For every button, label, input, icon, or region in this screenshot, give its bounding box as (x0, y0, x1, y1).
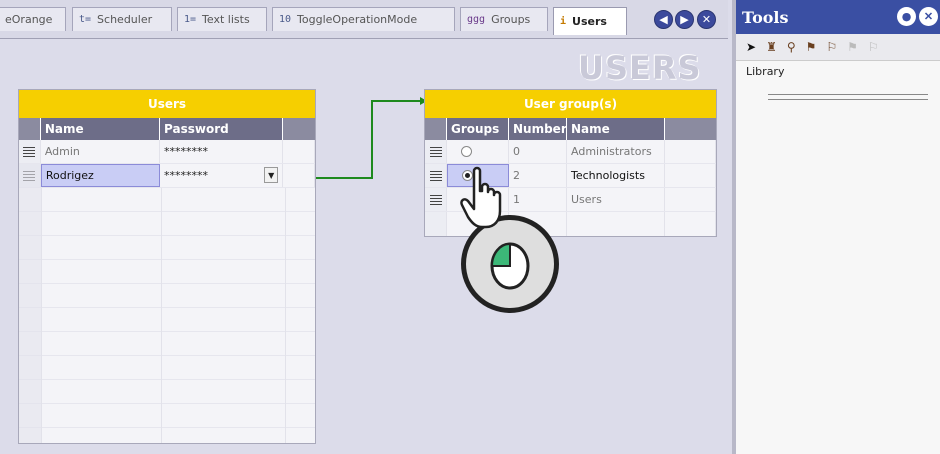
tools-panel: Tools ● ✕ ➤ ♜ ⚲ ⚑ ⚐ ⚑ ⚐ Library (732, 0, 940, 454)
header-spacer (283, 118, 315, 140)
more-icon: ⚐ (867, 40, 879, 54)
user-name-cell[interactable]: Admin (41, 140, 161, 163)
user-name-cell[interactable]: Rodrigez (40, 164, 161, 187)
close-icon[interactable]: ✕ (697, 10, 716, 29)
user-icon: i (560, 16, 567, 27)
next-icon[interactable]: ▶ (675, 10, 694, 29)
header-spacer (425, 118, 447, 140)
table-row[interactable]: Rodrigez ******** ▼ (19, 164, 315, 188)
tools-title: Tools (742, 7, 789, 27)
tab-label: ToggleOperationMode (297, 13, 418, 26)
group-number-cell[interactable]: 1 (509, 188, 567, 211)
library-label[interactable]: Library (736, 61, 940, 82)
users-table-header: Name Password (19, 118, 315, 140)
prev-icon[interactable]: ◀ (654, 10, 673, 29)
connector-line (316, 100, 420, 179)
tab-label: Groups (491, 13, 531, 26)
user-password-cell[interactable]: ******** (160, 140, 284, 163)
library-splitter[interactable] (768, 94, 928, 100)
tab-scheduler[interactable]: t= Scheduler (72, 7, 172, 31)
close-icon[interactable]: ✕ (919, 7, 938, 26)
empty-cell (665, 188, 716, 211)
group-radio-cell[interactable] (447, 140, 509, 163)
groups-table-title: User group(s) (425, 90, 716, 118)
tab-orange[interactable]: eOrange (0, 7, 66, 31)
chevron-down-icon[interactable]: ▼ (264, 167, 279, 183)
row-handle-icon[interactable] (425, 164, 447, 187)
tag-add-icon[interactable]: ⚐ (826, 40, 837, 54)
empty-rows (19, 188, 315, 443)
group-name-cell[interactable]: Administrators (567, 140, 665, 163)
tools-toolbar: ➤ ♜ ⚲ ⚑ ⚐ ⚑ ⚐ (736, 34, 940, 61)
groups-table-header: Groups Number Name (425, 118, 716, 140)
tag-icon[interactable]: ⚑ (806, 40, 817, 54)
tab-text-lists[interactable]: 1= Text lists (177, 7, 267, 31)
page-title: USERS (578, 49, 702, 87)
empty-cell (283, 140, 315, 163)
hand-pointer-icon (460, 166, 502, 229)
tab-label: eOrange (5, 13, 53, 26)
pin-icon[interactable]: ● (897, 7, 916, 26)
users-table: Users Name Password Admin ******** Rodri… (18, 89, 316, 444)
header-spacer (19, 118, 41, 140)
empty-cell (665, 164, 716, 187)
col-name-header[interactable]: Name (41, 118, 161, 140)
col-password-header[interactable]: Password (160, 118, 284, 140)
text-list-icon: 1= (184, 14, 197, 25)
tools-header: Tools ● ✕ (736, 0, 940, 34)
col-name-header[interactable]: Name (567, 118, 665, 140)
key-icon[interactable]: ⚲ (787, 40, 796, 54)
header-spacer (665, 118, 716, 140)
row-handle (425, 212, 447, 236)
pointer-icon[interactable]: ➤ (746, 40, 756, 54)
tab-users[interactable]: i Users (553, 7, 627, 35)
group-number-cell[interactable]: 0 (509, 140, 567, 163)
user-password-cell[interactable]: ******** ▼ (160, 164, 284, 187)
empty-cell (665, 140, 716, 163)
relation-connector (316, 97, 427, 179)
empty-cell (567, 212, 665, 236)
tab-bar: eOrange t= Scheduler 1= Text lists 10 Toggl… (0, 0, 728, 39)
empty-cell (665, 212, 716, 236)
group-name-cell[interactable]: Technologists (567, 164, 665, 187)
scheduler-icon: t= (79, 14, 92, 25)
row-handle-icon[interactable] (425, 140, 447, 163)
users-table-title: Users (19, 90, 315, 118)
table-row[interactable]: 0 Administrators (425, 140, 716, 164)
group-number-cell[interactable]: 2 (509, 164, 567, 187)
password-value: ******** (164, 169, 209, 182)
row-handle-icon[interactable] (19, 140, 41, 163)
tab-label: Scheduler (97, 13, 153, 26)
tab-toggle-operation-mode[interactable]: 10 ToggleOperationMode (272, 7, 455, 31)
tab-groups[interactable]: ggg Groups (460, 7, 548, 31)
tab-label: Users (572, 15, 607, 28)
row-handle-icon[interactable] (425, 188, 447, 211)
stamp-icon[interactable]: ♜ (766, 40, 777, 54)
group-name-cell[interactable]: Users (567, 188, 665, 211)
empty-cell (283, 164, 315, 187)
radio-button[interactable] (461, 146, 472, 157)
script-icon: 10 (279, 14, 292, 25)
table-row[interactable]: Admin ******** (19, 140, 315, 164)
col-groups-header[interactable]: Groups (447, 118, 509, 140)
tab-label: Text lists (202, 13, 250, 26)
row-handle-icon[interactable] (19, 164, 41, 187)
tag-disabled-icon: ⚑ (847, 40, 858, 54)
col-number-header[interactable]: Number (509, 118, 567, 140)
groups-icon: ggg (467, 14, 486, 25)
